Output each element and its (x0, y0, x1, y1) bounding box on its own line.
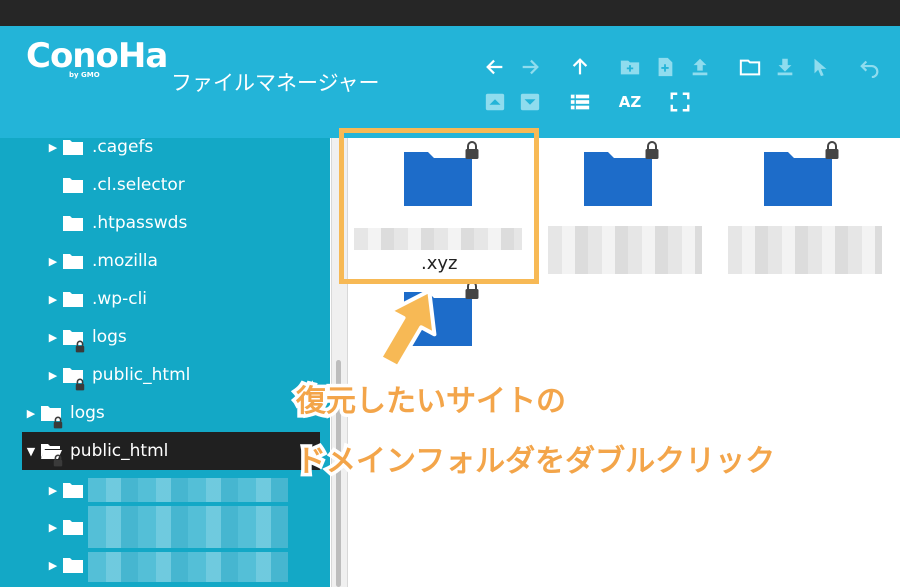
pointer-arrow-icon (378, 288, 437, 369)
folder-icon (62, 290, 84, 308)
blurred-name (88, 478, 288, 502)
highlight-box (339, 128, 539, 284)
annotation-line-2: ドメインフォルダをダブルクリック (292, 441, 778, 483)
upload-icon[interactable] (687, 54, 713, 80)
tree-item-label: logs (70, 403, 105, 423)
top-bar (0, 0, 900, 26)
tree-item-label: logs (92, 327, 127, 347)
lock-icon (643, 140, 661, 160)
tree-item[interactable]: .cl.selector (44, 171, 185, 199)
caret-right-icon[interactable]: ▶ (22, 407, 40, 420)
caret-right-icon[interactable]: ▶ (44, 484, 62, 497)
tree-item[interactable]: ▶ .mozilla (44, 247, 158, 275)
lock-icon (74, 338, 86, 353)
folder-icon (62, 366, 85, 391)
folder-icon (62, 556, 84, 574)
tree-item-label: .cl.selector (92, 175, 185, 195)
tree-item-label: public_html (70, 441, 169, 461)
logo-byline: by GMO (69, 71, 100, 79)
lock-icon (823, 140, 841, 160)
blurred-name (88, 506, 288, 548)
tree-item-label: public_html (92, 365, 191, 385)
open-folder-icon[interactable] (737, 54, 763, 80)
page-title: ファイルマネージャー (171, 71, 380, 95)
tree-item[interactable]: ▶ (44, 476, 92, 504)
new-file-icon[interactable] (652, 54, 678, 80)
select-pointer-icon[interactable] (807, 54, 833, 80)
caret-right-icon[interactable]: ▶ (44, 559, 62, 572)
up-arrow-icon[interactable] (567, 54, 593, 80)
blurred-name (88, 552, 288, 582)
tree-item[interactable]: ▶ public_html (44, 361, 191, 391)
conoha-logo: ConoHa (26, 36, 168, 76)
caret-down-icon[interactable]: ▼ (22, 445, 40, 458)
folder-icon (62, 176, 84, 194)
list-view-icon[interactable] (567, 89, 593, 115)
caret-right-icon[interactable]: ▶ (44, 141, 62, 154)
caret-right-icon[interactable]: ▶ (44, 293, 62, 306)
folder-open-icon (40, 442, 63, 467)
sort-az-label: AZ (618, 93, 642, 111)
folder-icon (62, 138, 84, 156)
caret-right-icon[interactable]: ▶ (44, 521, 62, 534)
tree-item[interactable]: .htpasswds (44, 209, 187, 237)
tree-item-label: .cagefs (92, 137, 154, 157)
tree-item-label: .wp-cli (92, 289, 148, 309)
tree-item[interactable]: ▶ .wp-cli (44, 285, 147, 313)
tree-item[interactable]: ▼ public_html (22, 437, 169, 467)
fullscreen-icon[interactable] (667, 89, 693, 115)
blurred-filename (728, 226, 882, 274)
tree-item[interactable]: ▶ logs (22, 399, 105, 429)
tree-item[interactable]: ▶ .cagefs (44, 133, 154, 161)
tree-item-label: .mozilla (92, 251, 158, 271)
caret-right-icon[interactable]: ▶ (44, 331, 62, 344)
folder-icon (62, 328, 85, 353)
caret-right-icon[interactable]: ▶ (44, 255, 62, 268)
blurred-filename (548, 226, 702, 274)
lock-icon (52, 452, 64, 467)
annotation-line-1: 復元したいサイトの (293, 381, 570, 423)
caret-right-icon[interactable]: ▶ (44, 369, 62, 382)
lock-icon (52, 414, 64, 429)
new-folder-icon[interactable] (617, 54, 643, 80)
download-icon[interactable] (772, 54, 798, 80)
tree-item-label: .htpasswds (92, 213, 188, 233)
sort-az-icon[interactable]: AZ (617, 89, 643, 115)
tree-item[interactable]: ▶ (44, 513, 92, 541)
folder-icon (62, 518, 84, 536)
folder-icon (62, 214, 84, 232)
expand-up-icon[interactable] (482, 89, 508, 115)
lock-icon (74, 376, 86, 391)
tree-item[interactable]: ▶ logs (44, 323, 127, 353)
undo-icon[interactable] (857, 54, 883, 80)
collapse-down-icon[interactable] (517, 89, 543, 115)
back-arrow-icon[interactable] (482, 54, 508, 80)
folder-icon (62, 252, 84, 270)
tree-item[interactable]: ▶ (44, 551, 92, 579)
folder-icon (40, 404, 63, 429)
folder-icon (62, 481, 84, 499)
forward-arrow-icon[interactable] (517, 54, 543, 80)
